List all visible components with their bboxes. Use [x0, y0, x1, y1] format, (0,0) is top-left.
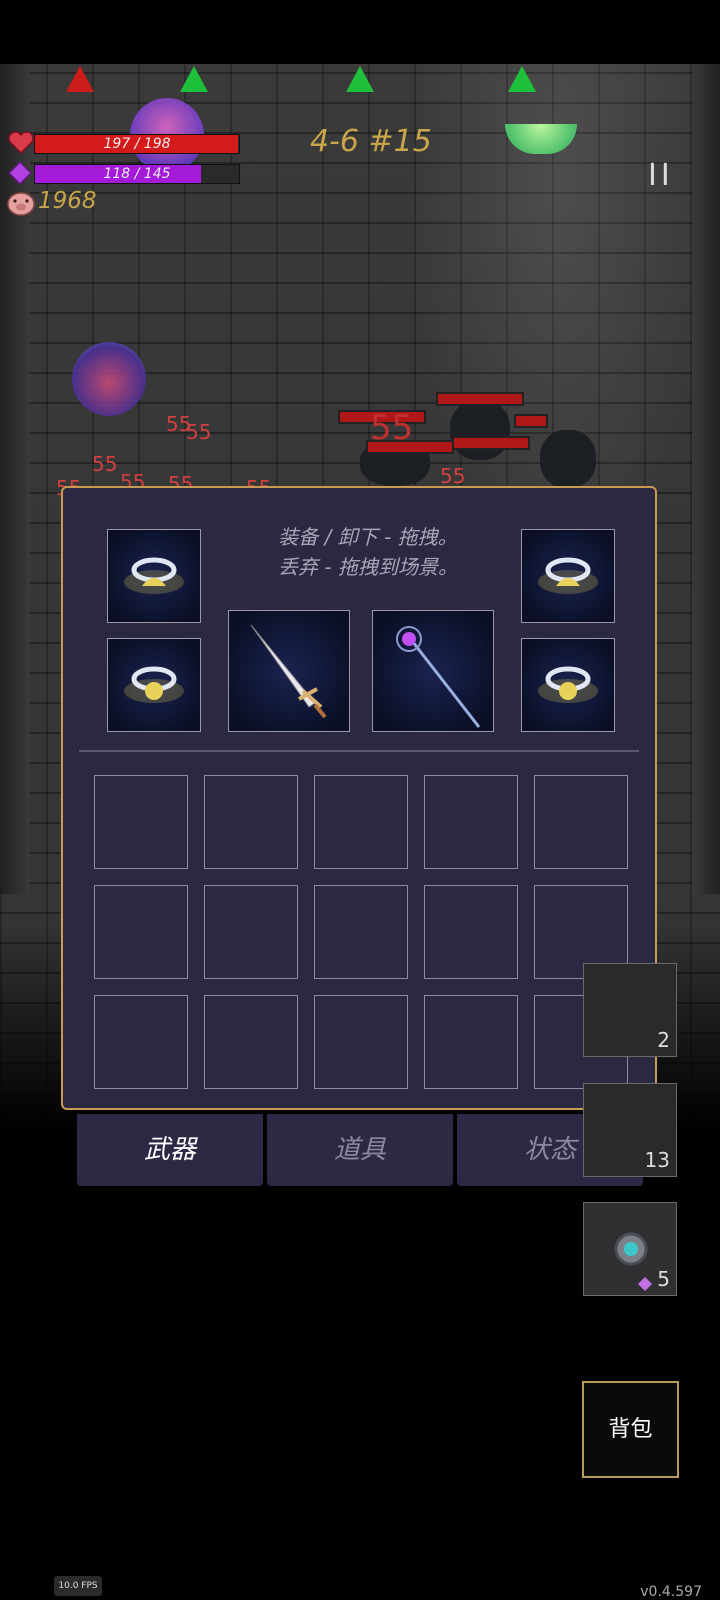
damage-number: 55	[370, 408, 414, 448]
inventory-slot[interactable]	[534, 775, 628, 869]
hp-text: 197 / 198	[103, 136, 171, 152]
inventory-slot[interactable]	[424, 775, 518, 869]
quick-slot-count: 13	[644, 1148, 670, 1172]
inventory-slot[interactable]	[314, 995, 408, 1089]
gem-icon	[638, 1277, 652, 1291]
inventory-slot[interactable]	[204, 775, 298, 869]
ring-icon	[124, 666, 184, 703]
equip-slot-ring-top-left[interactable]	[107, 529, 201, 623]
ring-icon	[538, 557, 598, 594]
equip-slot-ring-bottom-right[interactable]	[521, 638, 615, 732]
hint-line: 装备 / 卸下 - 拖拽。	[278, 525, 458, 549]
enemy-health-bar	[436, 392, 524, 406]
equip-slot-ring-top-right[interactable]	[521, 529, 615, 623]
equip-slot-ring-bottom-left[interactable]	[107, 638, 201, 732]
inventory-slot[interactable]	[314, 885, 408, 979]
fps-counter: 10.0 FPS	[54, 1576, 102, 1596]
inventory-slot[interactable]	[204, 995, 298, 1089]
stage-indicator: 4-6 #15	[310, 124, 432, 159]
hint-line: 丢弃 - 拖拽到场景。	[278, 555, 458, 579]
ally-marker-icon	[508, 66, 536, 92]
inventory-slot[interactable]	[94, 885, 188, 979]
tab-items[interactable]: 道具	[267, 1114, 453, 1186]
gold-counter: 1968	[38, 188, 97, 214]
ring-icon	[124, 557, 184, 594]
inventory-slot[interactable]	[424, 995, 518, 1089]
gear-device-icon	[614, 1232, 648, 1266]
inventory-slot[interactable]	[94, 995, 188, 1089]
divider	[79, 750, 639, 752]
hp-bar: 197 / 198	[34, 134, 240, 154]
inventory-slot[interactable]	[204, 885, 298, 979]
inventory-slot[interactable]	[94, 775, 188, 869]
quick-slot[interactable]: 2	[583, 963, 677, 1057]
orb-effect	[505, 124, 577, 154]
damage-number: 55	[186, 420, 212, 444]
quick-slot-count: 5	[657, 1267, 670, 1291]
damage-number: 55	[440, 464, 466, 488]
inventory-panel: 装备 / 卸下 - 拖拽。 丢弃 - 拖拽到场景。	[61, 486, 657, 1110]
bag-button[interactable]: 背包	[582, 1381, 679, 1478]
inventory-slot[interactable]	[424, 885, 518, 979]
dungeon-wall-left	[0, 64, 30, 894]
quick-slot[interactable]: 13	[583, 1083, 677, 1177]
inventory-slot[interactable]	[314, 775, 408, 869]
quick-slot[interactable]: 5	[583, 1202, 677, 1296]
mp-bar: 118 / 145	[34, 164, 240, 184]
ring-icon	[538, 666, 598, 703]
pig-icon	[7, 192, 35, 216]
damage-number: 55	[92, 452, 118, 476]
tab-weapons[interactable]: 武器	[77, 1114, 263, 1186]
heart-icon	[8, 131, 34, 155]
greatsword-icon	[250, 624, 327, 719]
ally-marker-icon	[180, 66, 208, 92]
quick-slot-count: 2	[657, 1028, 670, 1052]
enemy-marker-icon	[66, 66, 94, 92]
pause-button[interactable]: II	[648, 158, 674, 193]
orb-effect	[72, 342, 146, 416]
ally-marker-icon	[346, 66, 374, 92]
enemy-health-bar	[452, 436, 530, 450]
equip-hint: 装备 / 卸下 - 拖拽。 丢弃 - 拖拽到场景。	[243, 522, 493, 582]
dungeon-wall-right	[692, 64, 720, 894]
staff-icon	[396, 626, 481, 728]
enemy	[450, 400, 510, 460]
diamond-icon	[8, 161, 32, 185]
equip-slot-weapon-main[interactable]	[228, 610, 350, 732]
equip-slot-weapon-off[interactable]	[372, 610, 494, 732]
version-label: v0.4.597	[640, 1584, 702, 1600]
mp-text: 118 / 145	[103, 166, 171, 182]
enemy-health-bar	[514, 414, 548, 428]
enemy	[540, 430, 596, 488]
